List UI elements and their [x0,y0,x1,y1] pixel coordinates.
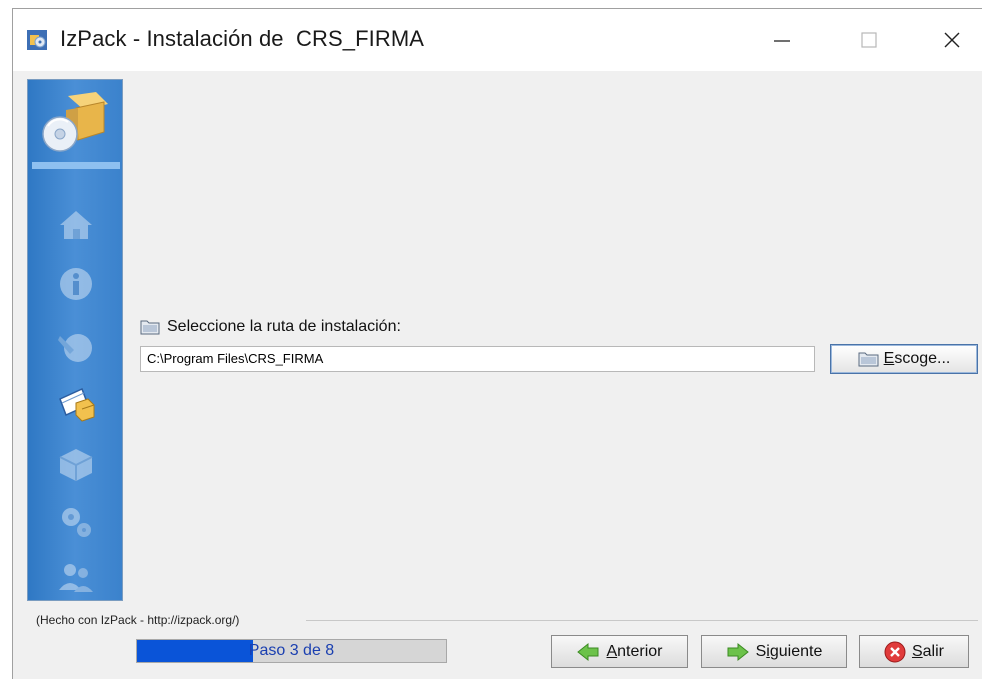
window-title: IzPack - Instalación de CRS_FIRMA [60,26,425,51]
minimize-button[interactable] [759,19,805,61]
installer-window: IzPack - Instalación de CRS_FIRMA Selecc… [12,8,982,679]
browse-label: scoge... [894,350,951,367]
browse-button[interactable]: Escoge... [830,344,978,374]
credits-text: (Hecho con IzPack - http://izpack.org/) [36,613,240,627]
minimize-icon [774,40,790,42]
next-button[interactable]: Si guiente [701,635,847,668]
previous-button[interactable]: Anterior [551,635,688,668]
title-bar: IzPack - Instalación de CRS_FIRMA [13,9,982,71]
arrow-right-icon [727,642,749,661]
maximize-icon [861,32,877,48]
footer-divider [306,620,978,621]
installer-box-cd-icon [42,92,108,152]
previous-label: nterior [617,642,663,660]
gears-icon [62,508,91,537]
path-label-row: Seleccione la ruta de instalación: [140,316,401,338]
quit-button[interactable]: Salir [859,635,969,668]
progress-text: Paso 3 de 8 [248,642,335,659]
license-icon [58,334,92,362]
maximize-button[interactable] [846,19,892,61]
izpack-icon [27,30,47,50]
folder-icon [140,320,160,335]
close-button[interactable] [929,19,975,61]
stop-icon [884,641,906,662]
quit-mnemonic: S [911,642,923,660]
previous-mnemonic: A [606,642,618,660]
quit-label: alir [922,642,944,660]
users-icon [59,564,93,592]
arrow-left-icon [577,642,599,661]
browse-mnemonic: E [883,350,895,367]
folder-icon [858,352,879,367]
close-icon [944,32,960,48]
install-path-input[interactable]: C:\Program Files\CRS_FIRMA [140,346,815,372]
steps-sidebar [27,79,123,601]
next-label-pre: S [755,642,767,660]
info-icon [60,268,92,300]
step-progress-bar: Paso 3 de 8 [136,639,447,663]
target-folder-icon [59,387,95,422]
install-path-label: Seleccione la ruta de instalación: [167,318,401,335]
packs-icon [59,449,93,481]
sidebar-separator [32,162,120,169]
home-icon [60,211,92,239]
next-label: guiente [769,642,823,660]
